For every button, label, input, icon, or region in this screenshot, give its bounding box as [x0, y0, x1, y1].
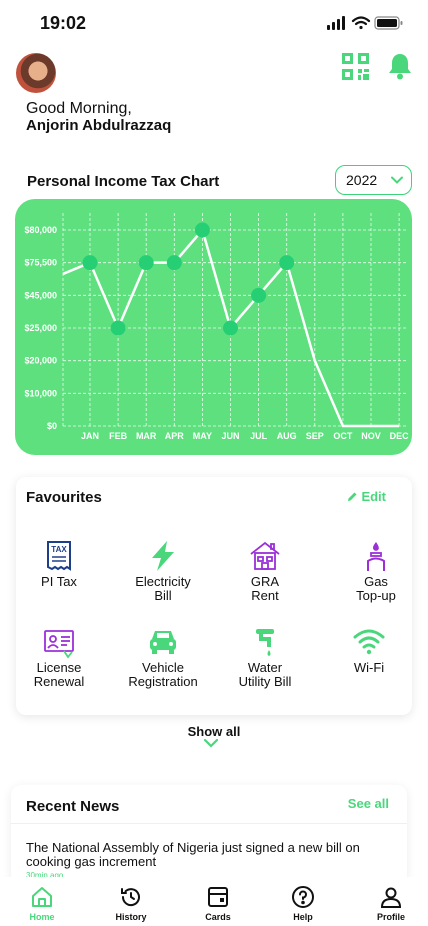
fav-item-gra-rent[interactable]: GRA Rent	[217, 539, 313, 603]
water-tap-icon	[256, 629, 274, 656]
favourites-card: Favourites Edit TAX PI Tax Electricity B…	[16, 477, 412, 715]
nav-label: Cards	[205, 912, 231, 922]
year-value: 2022	[346, 172, 378, 188]
y-tick-label: $20,000	[24, 356, 57, 366]
y-tick-label: $75,500	[24, 258, 57, 268]
fav-item-vehicle-registration[interactable]: Vehicle Registration	[115, 625, 211, 689]
tax-chart-svg: $0 $10,000 $20,000 $25,000 $45,000 $75,500 $80…	[24, 213, 410, 441]
y-tick-label: $45,000	[24, 290, 57, 300]
x-tick-label: OCT	[333, 431, 353, 441]
x-tick-label: JAN	[81, 431, 99, 441]
edit-favourites-button[interactable]: Edit	[347, 489, 386, 504]
fav-item-gas-top-up[interactable]: Gas Top-up	[328, 539, 424, 603]
id-card-icon	[44, 630, 74, 659]
favourites-title: Favourites	[26, 489, 102, 506]
x-tick-label: APR	[165, 431, 185, 441]
bell-icon[interactable]	[387, 52, 413, 80]
fav-item-water-utility-bill[interactable]: Water Utility Bill	[217, 625, 313, 689]
tax-receipt-icon: TAX	[47, 541, 71, 571]
nav-item-history[interactable]: History	[101, 885, 161, 922]
qr-code-icon[interactable]	[342, 53, 369, 80]
chart-title: Personal Income Tax Chart	[27, 173, 220, 190]
y-tick-label: $0	[47, 421, 57, 431]
recent-news-card: Recent News See all The National Assembl…	[11, 785, 407, 885]
x-tick-label: JUN	[221, 431, 239, 441]
year-select[interactable]: 2022	[335, 165, 412, 195]
user-name: Anjorin Abdulrazzaq	[26, 117, 172, 134]
data-point	[82, 255, 98, 271]
data-point	[110, 320, 126, 336]
chevron-down-icon	[391, 176, 403, 184]
show-all-button[interactable]: Show all	[0, 724, 428, 739]
battery-icon	[374, 16, 403, 30]
data-point	[223, 320, 238, 336]
gas-burner-icon	[367, 542, 385, 571]
status-time: 19:02	[40, 13, 87, 33]
greeting-text: Good Morning,	[26, 100, 132, 117]
see-all-news-link[interactable]: See all	[348, 796, 389, 811]
nav-item-home[interactable]: Home	[12, 885, 72, 922]
history-icon	[121, 888, 140, 907]
data-point	[279, 255, 295, 271]
data-point	[194, 222, 210, 238]
nav-item-help[interactable]: Help	[273, 885, 333, 922]
fav-item-pi-tax[interactable]: TAX PI Tax	[11, 539, 107, 589]
fav-label: Electricity Bill	[135, 574, 191, 603]
signal-icon	[327, 16, 345, 30]
divider	[11, 823, 407, 824]
data-point	[251, 287, 267, 303]
fav-label: Wi-Fi	[353, 660, 385, 675]
chevron-down-icon[interactable]	[204, 739, 218, 748]
nav-item-profile[interactable]: Profile	[361, 885, 421, 922]
cards-icon	[208, 887, 228, 907]
news-item-text[interactable]: The National Assembly of Nigeria just si…	[26, 841, 396, 869]
profile-icon	[380, 887, 402, 908]
fav-label: PI Tax	[41, 574, 77, 589]
bottom-nav: Home History Cards Help Profile	[0, 877, 428, 926]
help-icon	[292, 886, 314, 908]
pencil-icon	[348, 492, 357, 501]
avatar[interactable]	[16, 53, 56, 93]
car-icon	[150, 631, 176, 654]
fav-label: GRA Rent	[250, 574, 280, 603]
fav-label: License Renewal	[33, 660, 85, 689]
wifi-status-icon	[351, 16, 371, 30]
x-tick-label: JUL	[250, 431, 268, 441]
fav-item-wi-fi[interactable]: Wi-Fi	[321, 625, 417, 675]
y-tick-label: $25,000	[24, 323, 57, 333]
nav-label: Help	[293, 912, 313, 922]
nav-label: History	[115, 912, 147, 922]
x-tick-label: MAR	[136, 431, 157, 441]
x-tick-label: FEB	[109, 431, 128, 441]
y-tick-label: $10,000	[24, 388, 57, 398]
house-icon	[250, 541, 280, 570]
fav-label: Water Utility Bill	[238, 660, 292, 689]
fav-label: Vehicle Registration	[128, 660, 198, 689]
fav-item-electricity-bill[interactable]: Electricity Bill	[115, 539, 211, 603]
nav-label: Home	[29, 912, 55, 922]
edit-label: Edit	[361, 489, 386, 504]
data-point	[138, 255, 154, 271]
tax-chart: $0 $10,000 $20,000 $25,000 $45,000 $75,500 $80…	[15, 199, 412, 455]
home-icon	[32, 887, 52, 907]
status-icons	[327, 16, 403, 30]
x-tick-label: AUG	[277, 431, 297, 441]
fav-item-license-renewal[interactable]: License Renewal	[11, 625, 107, 689]
recent-news-title: Recent News	[26, 798, 120, 815]
y-tick-label: $80,000	[24, 225, 57, 235]
svg-text:TAX: TAX	[51, 545, 67, 554]
data-point	[166, 255, 182, 271]
x-tick-label: DEC	[390, 431, 410, 441]
x-tick-label: SEP	[306, 431, 324, 441]
wifi-icon	[353, 629, 385, 655]
lightning-icon	[152, 541, 174, 571]
fav-label: Gas Top-up	[356, 574, 396, 603]
x-tick-label: MAY	[193, 431, 212, 441]
nav-label: Profile	[376, 912, 405, 922]
x-tick-label: NOV	[361, 431, 381, 441]
nav-item-cards[interactable]: Cards	[188, 885, 248, 922]
